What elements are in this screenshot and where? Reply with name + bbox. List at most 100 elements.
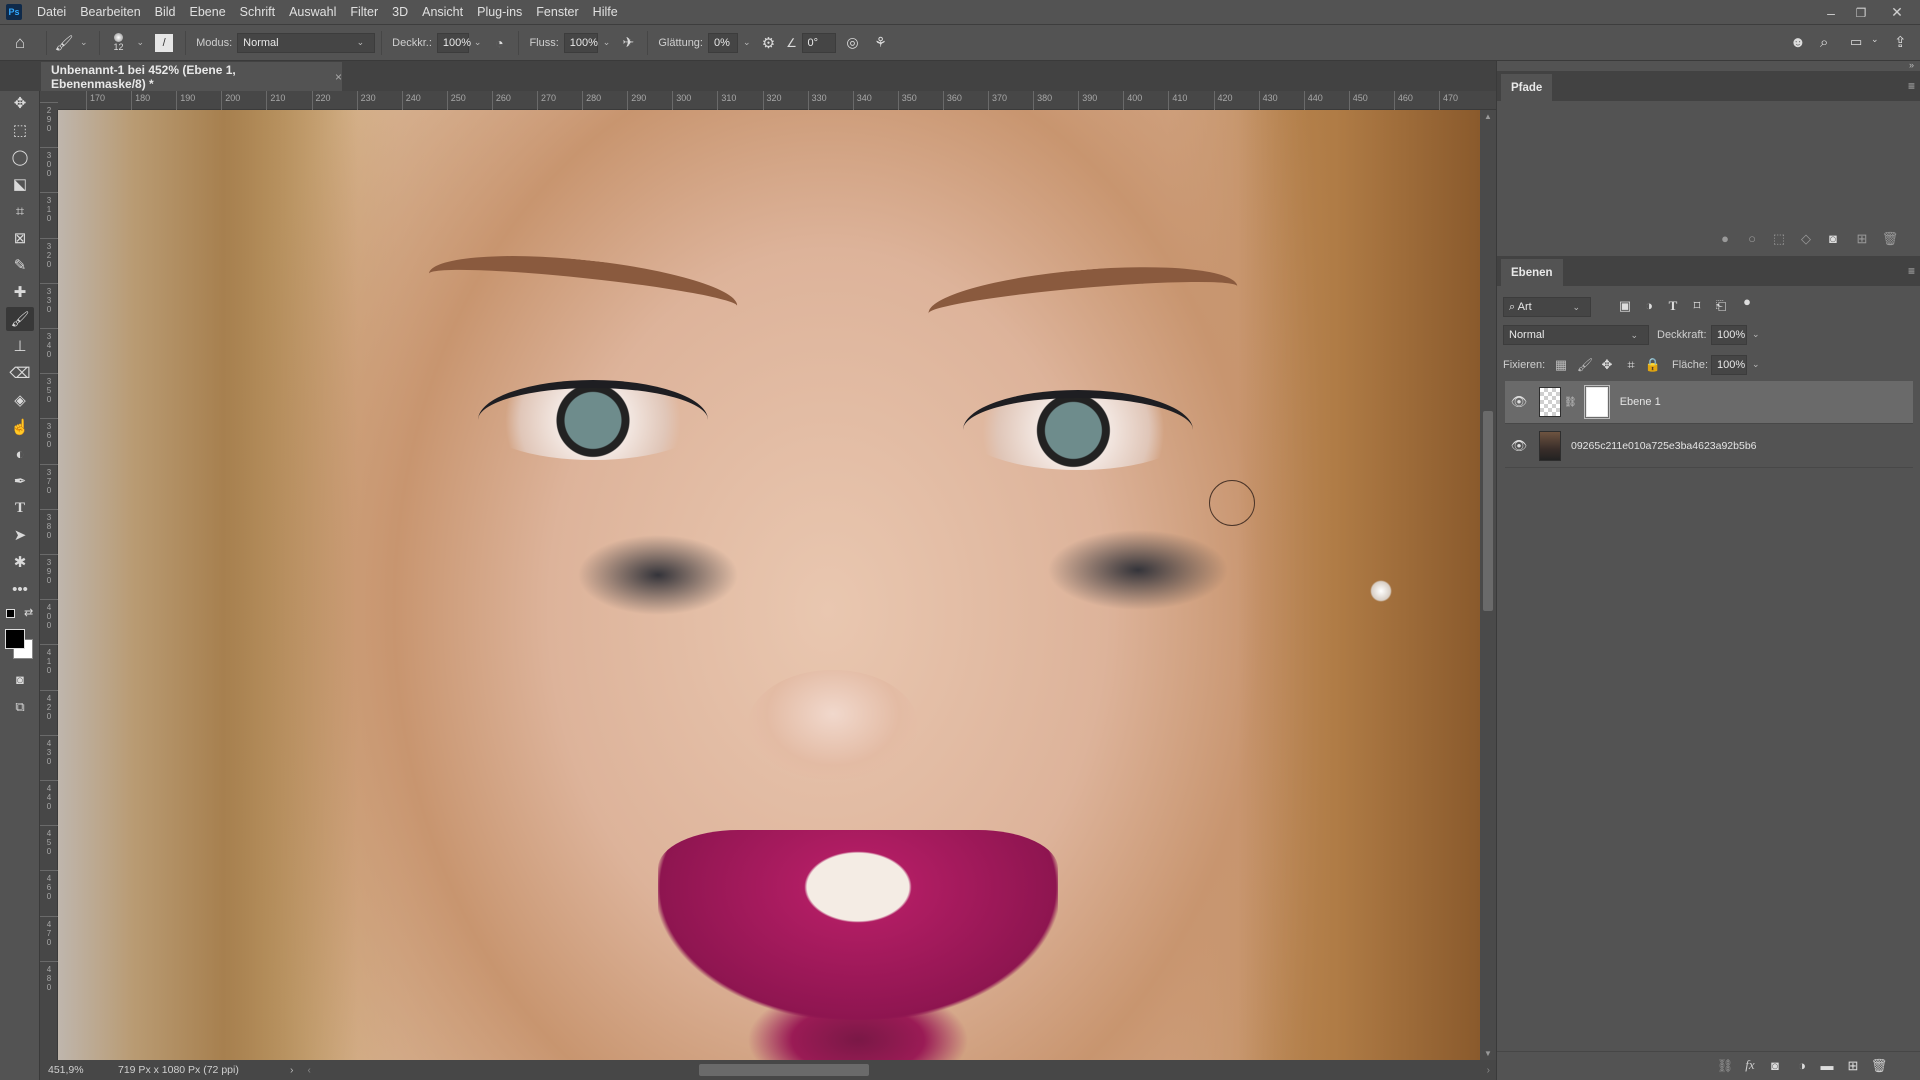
filter-smart-object-icon[interactable]: ⎗	[1711, 298, 1731, 314]
chevron-down-icon[interactable]: ⌄	[1871, 34, 1879, 45]
visibility-eye-icon[interactable]: 👁	[1505, 394, 1533, 410]
share-user-icon[interactable]: ☻	[1790, 34, 1806, 51]
symmetry-butterfly-icon[interactable]: ⚘	[870, 34, 892, 51]
vertical-scroll-thumb[interactable]	[1483, 411, 1493, 611]
opacity-input[interactable]: 100%	[436, 32, 471, 53]
smudge-tool-icon[interactable]: ☝	[6, 415, 34, 439]
layer-style-fx-icon[interactable]: fx	[1740, 1057, 1760, 1073]
document-tab[interactable]: Unbenannt-1 bei 452% (Ebene 1, Ebenenmas…	[41, 62, 342, 91]
tab-pfade[interactable]: Pfade	[1501, 74, 1553, 101]
menu-hilfe[interactable]: Hilfe	[586, 5, 625, 19]
custom-shape-tool-icon[interactable]: ✱	[6, 550, 34, 574]
load-selection-icon[interactable]: ⬚	[1769, 231, 1789, 247]
default-colors-icon[interactable]	[6, 609, 15, 618]
scroll-up-icon[interactable]: ▲	[1484, 112, 1492, 121]
chevron-down-icon[interactable]: ⌄	[132, 37, 150, 48]
lock-artboard-icon[interactable]: ⌗	[1621, 357, 1641, 373]
screen-mode-icon[interactable]: ⧉	[6, 695, 34, 719]
layer-filter-select[interactable]: ⌕ Art ⌄	[1503, 297, 1591, 317]
pen-tool-icon[interactable]: ✒	[6, 469, 34, 493]
chevron-down-icon[interactable]: ⌄	[598, 37, 616, 48]
pressure-opacity-icon[interactable]: ◔	[486, 35, 512, 51]
layer-row[interactable]: 👁 09265c211e010a725e3ba4623a92b5b6	[1505, 425, 1913, 468]
new-layer-icon[interactable]: ⊞	[1843, 1058, 1863, 1074]
brush-settings-panel-icon[interactable]: /	[155, 33, 174, 52]
home-icon[interactable]: ⌂	[0, 33, 40, 53]
blend-mode-select[interactable]: Normal ⌄	[1503, 325, 1649, 345]
fill-path-icon[interactable]: ●	[1715, 231, 1735, 246]
brush-preset-icon[interactable]: 🖌	[53, 34, 75, 52]
menu-3d[interactable]: 3D	[385, 5, 415, 19]
quick-mask-icon[interactable]: ◙	[6, 667, 34, 691]
status-menu-arrow[interactable]: ›	[290, 1064, 294, 1076]
filter-adjustment-icon[interactable]: ◑	[1639, 298, 1659, 313]
flow-input[interactable]: 100%	[563, 32, 598, 53]
chevron-down-icon[interactable]: ⌄	[1747, 359, 1765, 370]
tab-ebenen[interactable]: Ebenen	[1501, 259, 1563, 286]
move-tool-icon[interactable]: ✥	[6, 91, 34, 115]
healing-brush-tool-icon[interactable]: ✚	[6, 280, 34, 304]
document-canvas[interactable]	[58, 110, 1480, 1060]
add-layer-mask-icon[interactable]: ◙	[1765, 1058, 1785, 1073]
lock-position-icon[interactable]: ✥	[1597, 357, 1617, 373]
path-selection-tool-icon[interactable]: ➤	[6, 523, 34, 547]
workspace-icon[interactable]: ▭	[1850, 34, 1862, 50]
search-icon[interactable]: ⌕	[1820, 34, 1828, 51]
new-path-icon[interactable]: ⊞	[1852, 231, 1872, 247]
close-window-button[interactable]: ✕	[1882, 0, 1912, 25]
menu-schrift[interactable]: Schrift	[233, 5, 282, 19]
airbrush-icon[interactable]: ✈	[615, 34, 641, 51]
vertical-ruler[interactable]: 290 300 310 320 330 340 350 360 370 380 390 400 410 4…	[40, 102, 58, 1060]
scroll-down-icon[interactable]: ▼	[1484, 1049, 1492, 1058]
menu-bearbeiten[interactable]: Bearbeiten	[73, 5, 147, 19]
menu-filter[interactable]: Filter	[343, 5, 385, 19]
smoothing-options-gear-icon[interactable]: ⚙	[756, 34, 782, 52]
layer-opacity-input[interactable]: 100%	[1711, 325, 1747, 345]
horizontal-scroll-thumb[interactable]	[699, 1064, 869, 1076]
lock-transparency-icon[interactable]: ▦	[1551, 357, 1571, 373]
filter-shape-icon[interactable]: ⌑	[1687, 298, 1707, 314]
menu-bild[interactable]: Bild	[148, 5, 183, 19]
restore-button[interactable]: ❐	[1846, 0, 1876, 25]
pressure-size-icon[interactable]: ◎	[836, 34, 870, 51]
clone-stamp-tool-icon[interactable]: ⊥	[6, 334, 34, 358]
paint-bucket-tool-icon[interactable]: ◈	[6, 388, 34, 412]
panel-menu-icon[interactable]: ≡	[1908, 79, 1915, 93]
dodge-tool-icon[interactable]: ◐	[6, 442, 34, 466]
menu-datei[interactable]: Datei	[30, 5, 73, 19]
menu-ansicht[interactable]: Ansicht	[415, 5, 470, 19]
chevron-down-icon[interactable]: ⌄	[1747, 329, 1765, 340]
angle-input[interactable]: 0°	[801, 32, 836, 53]
visibility-eye-icon[interactable]: 👁	[1505, 438, 1533, 454]
crop-tool-icon[interactable]: ⌗	[6, 199, 34, 223]
more-tools-icon[interactable]: •••	[6, 577, 34, 601]
delete-path-icon[interactable]: 🗑	[1880, 231, 1900, 247]
lock-all-icon[interactable]: 🔒	[1643, 357, 1663, 373]
chevron-down-icon[interactable]: ⌄	[75, 37, 93, 48]
lasso-tool-icon[interactable]: ◯	[6, 145, 34, 169]
mode-select[interactable]: Normal ⌄	[237, 32, 376, 53]
fill-input[interactable]: 100%	[1711, 355, 1747, 375]
smoothing-input[interactable]: 0%	[707, 32, 738, 53]
chevron-down-icon[interactable]: ⌄	[469, 37, 487, 48]
filter-toggle-switch[interactable]: ●	[1737, 294, 1757, 309]
marquee-tool-icon[interactable]: ⬚	[6, 118, 34, 142]
add-mask-icon[interactable]: ◙	[1823, 231, 1843, 246]
menu-fenster[interactable]: Fenster	[529, 5, 585, 19]
filter-pixel-icon[interactable]: ▣	[1615, 298, 1635, 314]
stroke-path-icon[interactable]: ○	[1742, 231, 1762, 246]
panel-menu-icon[interactable]: ≡	[1908, 264, 1915, 278]
menu-ebene[interactable]: Ebene	[183, 5, 233, 19]
link-layers-icon[interactable]: ⛓	[1715, 1058, 1735, 1074]
brush-size-picker[interactable]: 12	[106, 33, 132, 52]
collapse-dock-icon[interactable]: »	[1909, 60, 1914, 70]
vertical-scrollbar[interactable]: ▲ ▼	[1480, 110, 1496, 1060]
filter-type-icon[interactable]: T	[1663, 298, 1683, 314]
scroll-right-icon[interactable]: ›	[1487, 1065, 1490, 1076]
chevron-down-icon[interactable]: ⌄	[738, 37, 756, 48]
scroll-left-icon[interactable]: ‹	[308, 1065, 311, 1076]
menu-plugins[interactable]: Plug-ins	[470, 5, 529, 19]
lock-image-pixels-icon[interactable]: 🖌	[1575, 357, 1595, 373]
horizontal-ruler[interactable]: 170 180 190 200 210 220 230 240 250 260 270 280 290 3…	[58, 91, 1496, 110]
close-tab-icon[interactable]: ×	[335, 70, 342, 84]
